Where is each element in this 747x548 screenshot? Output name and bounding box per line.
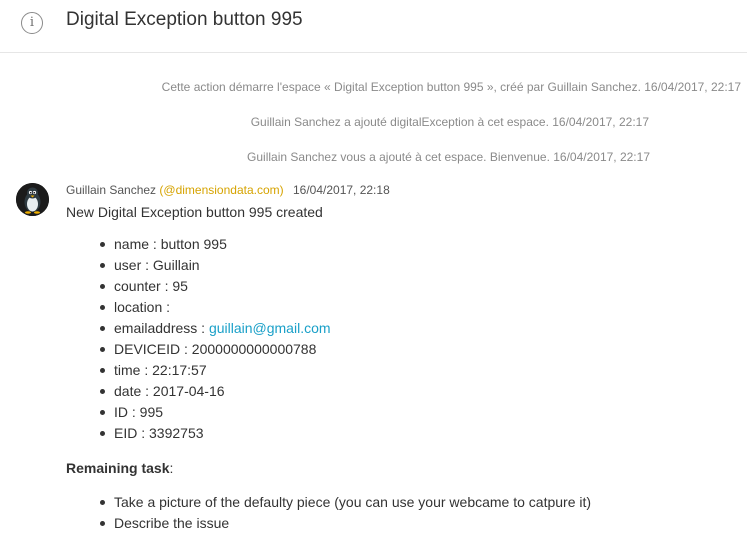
system-message: Guillain Sanchez a ajouté digitalExcepti… [250,115,649,129]
field-label: emailaddress : [114,320,209,336]
field-label: ID : [114,404,140,420]
list-item: ID : 995 [100,402,736,423]
system-message: Cette action démarre l'espace « Digital … [161,80,741,94]
field-value: 2017-04-16 [152,383,225,399]
list-item: user : Guillain [100,255,736,276]
list-item: counter : 95 [100,276,736,297]
remaining-task-label: Remaining task [66,460,170,476]
system-message: Guillain Sanchez vous a ajouté à cet esp… [247,150,650,164]
author-name[interactable]: Guillain Sanchez [66,183,156,197]
field-list: name : button 995 user : Guillain counte… [66,234,736,444]
task-item: Describe the issue [100,513,736,534]
penguin-avatar-icon-graphic [16,183,49,216]
remaining-task-colon: : [169,460,174,476]
info-icon[interactable]: i [21,12,43,34]
list-item: time : 22:17:57 [100,360,736,381]
list-item: DEVICEID : 2000000000000788 [100,339,736,360]
task-list: Take a picture of the defaulty piece (yo… [66,492,736,534]
field-value: 95 [172,278,188,294]
field-label: counter : [114,278,173,294]
field-label: EID : [114,425,150,441]
field-value: 995 [139,404,164,420]
space-title: Digital Exception button 995 [66,9,303,30]
post-timestamp: 16/04/2017, 22:18 [292,183,390,197]
space-header: i Digital Exception button 995 [0,0,747,53]
field-label: time : [114,362,153,378]
email-link[interactable]: guillain@gmail.com [209,320,331,336]
field-value: Guillain [152,257,200,273]
field-value: button 995 [160,236,227,252]
field-label: location : [114,299,171,315]
penguin-avatar-icon[interactable] [16,183,49,216]
field-value: 3392753 [149,425,204,441]
list-item: location : [100,297,736,318]
task-item: Take a picture of the defaulty piece (yo… [100,492,736,513]
message-post: Guillain Sanchez (@dimensiondata.com) 16… [66,182,736,534]
post-meta: Guillain Sanchez (@dimensiondata.com) 16… [66,182,736,199]
post-title: New Digital Exception button 995 created [66,204,323,220]
field-label: DEVICEID : [114,341,192,357]
author-handle: (@dimensiondata.com) [159,183,284,197]
field-label: date : [114,383,153,399]
list-item: date : 2017-04-16 [100,381,736,402]
list-item: EID : 3392753 [100,423,736,444]
field-value: 2000000000000788 [191,341,317,357]
list-item: emailaddress : guillain@gmail.com [100,318,736,339]
field-label: user : [114,257,153,273]
list-item: name : button 995 [100,234,736,255]
remaining-task-heading: Remaining task: [66,459,736,477]
field-value: 22:17:57 [152,362,207,378]
field-label: name : [114,236,161,252]
